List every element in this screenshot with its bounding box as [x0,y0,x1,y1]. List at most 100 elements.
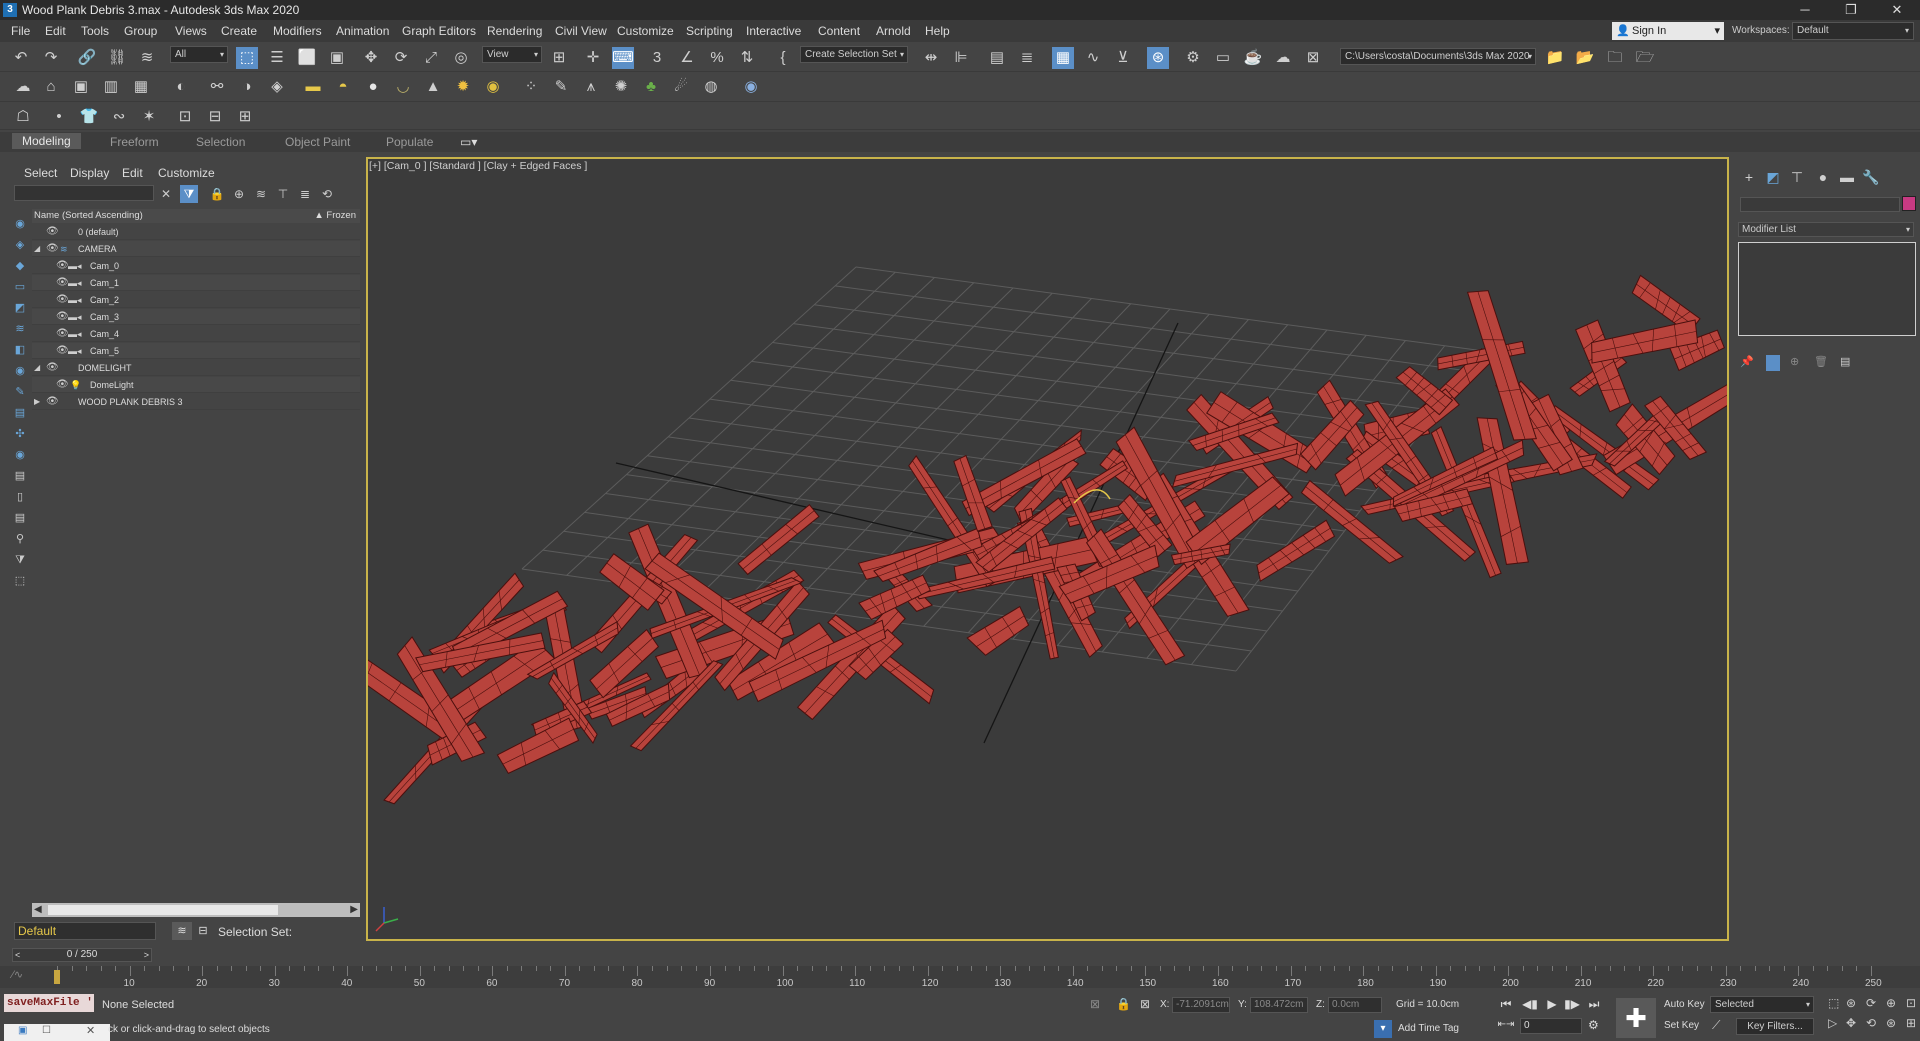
particles-icon[interactable]: ⁘ [520,76,542,98]
percent-snap-icon[interactable]: % [706,47,728,69]
reactor-icon[interactable]: ◈ [266,76,288,98]
menu-file[interactable]: File [11,24,30,38]
track-bar[interactable]: ⁄∿ 10 20 30 40 50 60 70 80 90 100 110 120 130 140 150 1… [0,966,1920,989]
walk-icon[interactable]: ⟳ [1866,996,1876,1010]
layer-stack-button[interactable]: ≋ [172,922,192,940]
eye-icon[interactable]: 👁 [46,241,59,257]
named-selection-set-dropdown[interactable]: Create Selection Set ▾ [800,46,908,63]
eye-icon[interactable]: 👁 [56,275,69,291]
curve-editor-icon[interactable]: ∿ [1082,47,1104,69]
truck-icon[interactable]: ⊕ [1886,996,1896,1010]
menu-rendering[interactable]: Rendering [487,24,542,38]
menu-help[interactable]: Help [925,24,950,38]
minimize-button[interactable]: ─ [1782,0,1828,20]
zoom-extents-icon[interactable]: ⬚ [1828,996,1839,1010]
modifier-stack[interactable] [1738,242,1916,336]
dolly-icon[interactable]: ✥ [1846,1016,1856,1030]
restore-button[interactable]: ❐ [1828,0,1874,20]
render-frame-icon[interactable]: ⊟ [204,106,226,128]
selection-set-icon[interactable]: ⊟ [194,922,212,940]
configure-modifier-sets-icon[interactable]: ▤ [1840,355,1850,368]
slate-icon[interactable]: ▥ [100,76,122,98]
modifier-list-dropdown[interactable]: Modifier List ▾ [1738,222,1914,237]
display-shapes-icon[interactable]: ◆ [10,257,30,275]
go-to-start-icon[interactable]: ⏮ [1496,995,1516,1013]
keyboard-shortcut-override-icon[interactable]: ⌨ [612,47,634,69]
mxs-icon[interactable]: ▣ [18,1025,27,1036]
render-production-icon[interactable]: ☕ [1242,47,1264,69]
menu-content[interactable]: Content [818,24,860,38]
time-slider[interactable]: < 0 / 250 > [12,948,152,962]
terrain-icon[interactable]: ⌂ [40,76,62,98]
sparkle-icon[interactable]: ✶ [138,106,160,128]
modify-tab-icon[interactable]: ◩ [1762,167,1784,187]
yellow-sphere-icon[interactable]: ◉ [482,76,504,98]
tab-populate[interactable]: Populate [386,135,433,149]
viewport-cam0[interactable] [366,157,1729,941]
crowd-icon[interactable]: ⚯ [206,76,228,98]
bowl-icon[interactable]: ◡ [392,76,414,98]
arnold-render-icon[interactable]: ◉ [740,76,762,98]
plank-piece[interactable] [1256,519,1336,582]
previous-frame-icon[interactable]: ◀▮ [1520,995,1540,1013]
schematic-view-icon[interactable]: ⊻ [1112,47,1134,69]
select-by-name-icon[interactable]: ☰ [266,47,288,69]
eye-icon[interactable]: 👁 [56,326,69,342]
rect-selection-region-icon[interactable]: ⬜ [296,47,318,69]
rotate-icon[interactable]: ⟳ [390,47,412,69]
toggle-layer-explorer-icon[interactable]: ≣ [1016,47,1038,69]
orbit-icon[interactable]: ⊛ [1846,996,1856,1010]
render-batch-icon[interactable]: ⊞ [234,106,256,128]
texture-icon[interactable]: ◍ [700,76,722,98]
save-folder-icon[interactable]: 🗀 [1604,47,1626,69]
tab-object-paint[interactable]: Object Paint [285,135,350,149]
isolate-selection-icon[interactable]: ⊠ [1090,997,1100,1011]
box-icon[interactable]: ▣ [70,76,92,98]
explorer-horizontal-scrollbar[interactable]: ◀ ▶ [32,903,360,917]
dome-icon[interactable]: ◓ [332,76,354,98]
key-mode-dropdown[interactable]: Selected ▾ [1710,996,1814,1013]
mxs-window-icon[interactable]: ☐ [42,1025,51,1036]
ribbon-options-icon[interactable]: ▭▾ [460,135,477,149]
display-tab-icon[interactable]: ▬ [1836,167,1858,187]
make-unique-icon[interactable]: ⊕ [1790,355,1799,368]
rendered-frame-window-icon[interactable]: ▭ [1212,47,1234,69]
list-item[interactable]: ▶ 👁 WOOD PLANK DEBRIS 3 [32,394,360,410]
mirror-icon[interactable]: ⇹ [920,47,942,69]
tab-modeling[interactable]: Modeling [12,133,81,149]
maximize-viewport-icon[interactable]: ⊡ [1906,996,1916,1010]
material-editor-icon[interactable]: ⊛ [1147,47,1169,69]
place-icon[interactable]: ◎ [450,47,472,69]
remove-modifier-icon[interactable]: 🗑 [1814,355,1828,368]
explorer-menu-select[interactable]: Select [24,166,57,180]
unlink-icon[interactable]: ⛓ [106,47,128,69]
motion-tab-icon[interactable]: ● [1812,167,1834,187]
next-frame-icon[interactable]: ▮▶ [1562,995,1582,1013]
hierarchy-icon[interactable]: ⊤ [274,185,292,203]
eye-icon[interactable]: 👁 [56,377,69,393]
display-spacewarps-icon[interactable]: ◧ [10,341,30,359]
menu-tools[interactable]: Tools [81,24,109,38]
expand-icon[interactable]: ▶ [34,394,40,410]
scrollbar-thumb[interactable] [48,905,278,915]
y-coordinate-field[interactable]: 108.472cm [1250,997,1308,1013]
current-layer-field[interactable]: Default [14,922,156,940]
explorer-menu-edit[interactable]: Edit [122,166,143,180]
clear-search-icon[interactable]: ✕ [157,185,175,203]
explorer-menu-display[interactable]: Display [70,166,109,180]
plank-piece[interactable] [966,605,1030,656]
name-column-header[interactable]: Name (Sorted Ascending) [34,210,143,221]
scroll-right-icon[interactable]: ▶ [350,904,358,915]
time-config-icon[interactable]: ⚙ [1588,1018,1599,1032]
reference-coordinate-dropdown[interactable]: View ▾ [482,46,542,63]
globe-icon[interactable]: ✺ [610,76,632,98]
next-frame-icon[interactable]: > [144,949,149,961]
display-geometry-icon[interactable]: ◈ [10,236,30,254]
scale-icon[interactable]: ⤢ [420,47,442,69]
list-item[interactable]: 👁 0 (default) [32,224,360,240]
go-to-end-icon[interactable]: ⏭ [1584,995,1604,1013]
min-max-toggle-icon[interactable]: ⊞ [1906,1016,1916,1030]
set-key-button[interactable]: Set Key [1664,1018,1699,1034]
snaps-toggle-icon[interactable]: 3 [646,47,668,69]
filter-icon[interactable]: ⧩ [180,185,198,203]
